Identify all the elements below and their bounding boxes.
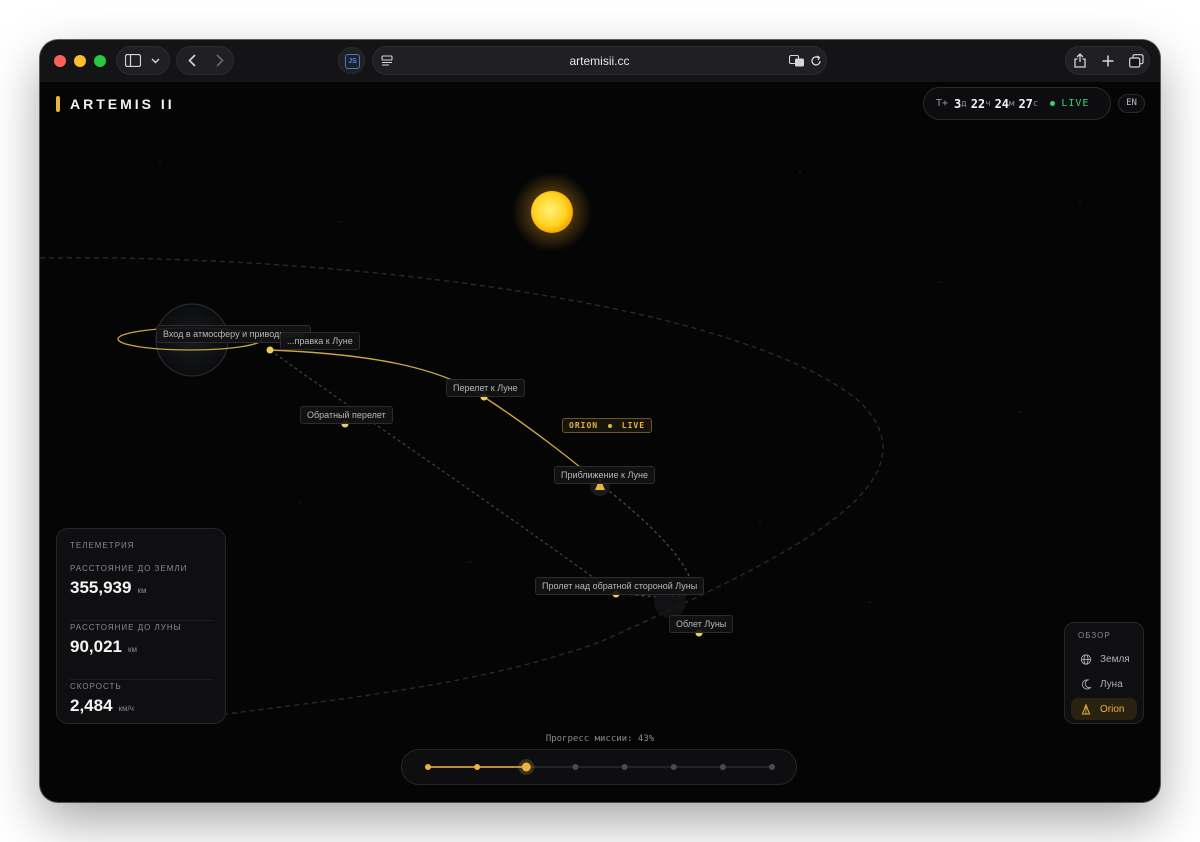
view-selector-panel: ОБЗОР Земля Луна Orion bbox=[1064, 622, 1144, 724]
language-toggle-button[interactable]: EN bbox=[1118, 94, 1145, 113]
progress-milestone[interactable] bbox=[719, 764, 726, 770]
live-status: LIVE bbox=[1061, 98, 1090, 109]
timer-minutes: 24 bbox=[994, 96, 1010, 111]
sidebar-icon bbox=[125, 54, 141, 67]
orion-tag-live: LIVE bbox=[621, 421, 646, 430]
timer-hours-unit: ч bbox=[985, 98, 991, 109]
progress-milestone[interactable] bbox=[572, 764, 579, 770]
reload-icon[interactable] bbox=[810, 55, 822, 67]
mission-timer: T+ 3 д 22 ч 24 м 27 с LIVE bbox=[923, 87, 1111, 120]
orion-tag-name: ORION bbox=[569, 421, 599, 430]
progress-milestone[interactable] bbox=[769, 764, 775, 770]
label-return[interactable]: Обратный перелет bbox=[300, 406, 393, 424]
orion-tag-dot-icon bbox=[607, 423, 612, 428]
close-window-button[interactable] bbox=[54, 55, 66, 67]
telemetry-value: 90,021 bbox=[70, 637, 122, 656]
telemetry-unit: км/ч bbox=[118, 704, 134, 713]
js-extension-button[interactable]: JS bbox=[338, 47, 365, 74]
label-transit-out[interactable]: Перелет к Луне bbox=[446, 379, 525, 397]
forward-icon[interactable] bbox=[216, 54, 224, 67]
mission-progress-bar[interactable] bbox=[401, 749, 797, 785]
label-flyby[interactable]: Облет Луны bbox=[669, 615, 734, 633]
js-badge: JS bbox=[345, 54, 360, 69]
timer-minutes-unit: м bbox=[1009, 98, 1015, 109]
milestone-tli[interactable] bbox=[266, 346, 274, 354]
mission-progress-label: Прогресс миссии: 43% bbox=[545, 734, 655, 744]
app-brand: ARTEMIS II bbox=[56, 96, 175, 112]
progress-milestone[interactable] bbox=[521, 762, 531, 772]
label-tli[interactable]: ...правка к Луне bbox=[280, 332, 360, 350]
telemetry-title: ТЕЛЕМЕТРИЯ bbox=[70, 541, 135, 550]
telemetry-row-moon: РАССТОЯНИЕ ДО ЛУНЫ 90,021 км bbox=[70, 623, 212, 680]
new-tab-icon[interactable] bbox=[1102, 55, 1114, 67]
overview-title: ОБЗОР bbox=[1078, 631, 1111, 640]
telemetry-unit: км bbox=[128, 645, 137, 654]
telemetry-label: СКОРОСТЬ bbox=[70, 682, 122, 691]
browser-window: JS artemisii.cc Вход в атмосферу и приво… bbox=[40, 40, 1160, 802]
orion-live-tag[interactable]: ORION LIVE bbox=[562, 418, 653, 433]
view-orion-label: Orion bbox=[1100, 703, 1125, 715]
spacecraft-icon bbox=[1081, 703, 1091, 714]
telemetry-value: 2,484 bbox=[70, 696, 113, 715]
address-bar[interactable]: artemisii.cc bbox=[372, 46, 827, 75]
brand-accent-bar bbox=[56, 96, 60, 112]
telemetry-row-speed: СКОРОСТЬ 2,484 км/ч bbox=[70, 682, 212, 738]
timer-hours: 22 bbox=[970, 96, 986, 111]
browser-toolbar: JS artemisii.cc bbox=[40, 40, 1160, 82]
sidebar-toggle-button[interactable] bbox=[116, 46, 170, 75]
label-approach[interactable]: Приближение к Луне bbox=[554, 466, 655, 484]
timer-prefix: T+ bbox=[936, 98, 949, 109]
timer-seconds: 27 bbox=[1018, 96, 1033, 111]
progress-milestone[interactable] bbox=[621, 764, 628, 770]
view-orion-button[interactable]: Orion bbox=[1071, 698, 1137, 720]
progress-milestone[interactable] bbox=[425, 764, 431, 770]
translate-icon[interactable] bbox=[789, 55, 805, 67]
live-indicator-icon bbox=[1050, 101, 1056, 106]
back-icon[interactable] bbox=[188, 54, 196, 67]
progress-milestone[interactable] bbox=[474, 764, 481, 770]
url-text: artemisii.cc bbox=[569, 54, 630, 68]
view-moon-button[interactable]: Луна bbox=[1071, 673, 1137, 695]
chevron-down-icon bbox=[151, 58, 160, 64]
view-moon-label: Луна bbox=[1100, 678, 1123, 690]
tab-overview-icon[interactable] bbox=[1129, 54, 1144, 68]
timer-days: 3 bbox=[954, 96, 962, 111]
history-nav bbox=[176, 46, 234, 75]
toolbar-actions bbox=[1065, 46, 1150, 75]
globe-icon bbox=[1080, 653, 1092, 665]
progress-track bbox=[425, 759, 775, 775]
telemetry-value: 355,939 bbox=[70, 578, 132, 597]
telemetry-label: РАССТОЯНИЕ ДО ЛУНЫ bbox=[70, 623, 182, 632]
telemetry-row-earth: РАССТОЯНИЕ ДО ЗЕМЛИ 355,939 км bbox=[70, 564, 212, 621]
progress-milestone[interactable] bbox=[670, 764, 677, 770]
sun[interactable] bbox=[531, 191, 573, 233]
zoom-window-button[interactable] bbox=[94, 55, 106, 67]
moon-icon bbox=[1082, 679, 1092, 690]
timer-days-unit: д bbox=[961, 98, 967, 109]
app-title: ARTEMIS II bbox=[70, 96, 175, 112]
timer-seconds-unit: с bbox=[1032, 98, 1039, 109]
telemetry-unit: км bbox=[137, 586, 147, 595]
telemetry-panel: ТЕЛЕМЕТРИЯ РАССТОЯНИЕ ДО ЗЕМЛИ 355,939 км… bbox=[56, 528, 226, 724]
minimize-window-button[interactable] bbox=[74, 55, 86, 67]
label-farside[interactable]: Пролет над обратной стороной Луны bbox=[535, 577, 705, 595]
telemetry-label: РАССТОЯНИЕ ДО ЗЕМЛИ bbox=[70, 564, 188, 573]
view-earth-label: Земля bbox=[1100, 653, 1130, 665]
view-earth-button[interactable]: Земля bbox=[1071, 648, 1137, 670]
share-icon[interactable] bbox=[1074, 53, 1086, 68]
